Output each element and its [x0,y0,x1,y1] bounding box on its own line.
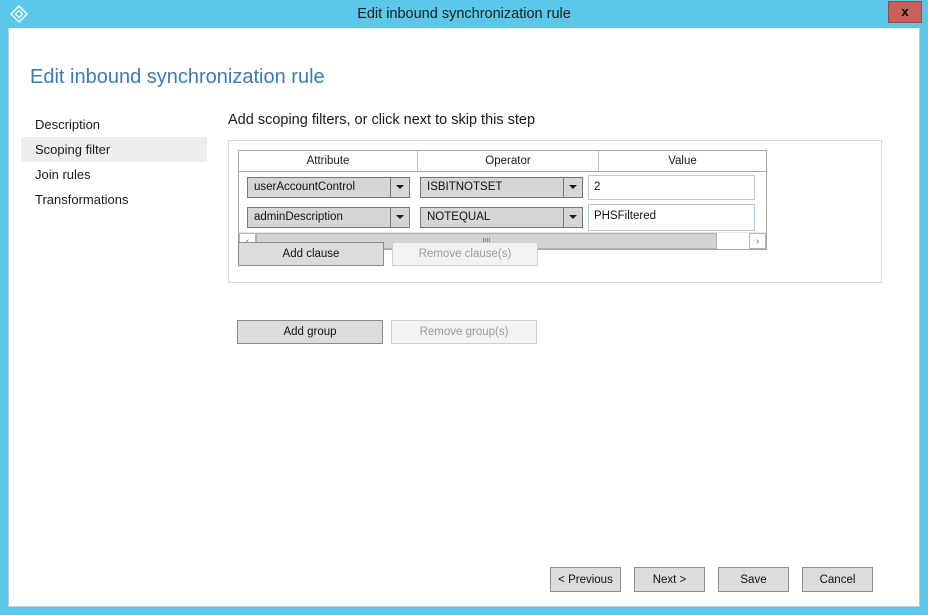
remove-clause-button: Remove clause(s) [392,242,538,266]
clause-grid: Attribute Operator Value userAccountCont… [238,150,767,250]
attribute-dropdown-row-1[interactable]: userAccountControl [247,176,410,198]
column-header-operator[interactable]: Operator [418,151,599,171]
operator-dropdown-row-2[interactable]: NOTEQUAL [420,206,583,228]
window-title: Edit inbound synchronization rule [357,6,571,22]
add-clause-button[interactable]: Add clause [238,242,384,266]
scroll-right-arrow-icon[interactable]: › [749,233,766,249]
table-row: adminDescription NOTEQUAL PHSFiltered [239,202,766,232]
dialog-footer: < Previous Next > Save Cancel [9,567,921,592]
grid-header-row: Attribute Operator Value [239,151,766,172]
chevron-down-icon [563,177,582,197]
operator-dropdown-value-row-2: NOTEQUAL [427,210,491,223]
column-header-value[interactable]: Value [599,151,766,171]
next-button[interactable]: Next > [634,567,705,592]
cancel-button[interactable]: Cancel [802,567,873,592]
scoping-filter-panel: Attribute Operator Value userAccountCont… [228,140,882,283]
sidebar-item-transformations[interactable]: Transformations [21,187,207,212]
add-group-button[interactable]: Add group [237,320,383,344]
table-row: userAccountControl ISBITNOTSET 2 [239,172,766,202]
value-input-row-1[interactable]: 2 [588,174,755,200]
title-bar: Edit inbound synchronization rule x [0,0,928,28]
sidebar-item-description[interactable]: Description [21,112,207,137]
operator-dropdown-value-row-1: ISBITNOTSET [427,180,503,193]
chevron-down-icon [390,207,409,227]
save-button[interactable]: Save [718,567,789,592]
sidebar-item-join-rules[interactable]: Join rules [21,162,207,187]
close-icon[interactable]: x [888,1,922,23]
content-heading: Add scoping filters, or click next to sk… [228,112,536,128]
page-title: Edit inbound synchronization rule [30,66,325,88]
remove-group-button: Remove group(s) [391,320,537,344]
operator-dropdown-row-1[interactable]: ISBITNOTSET [420,176,583,198]
sidebar-item-scoping-filter[interactable]: Scoping filter [21,137,207,162]
dialog-client-area: Edit inbound synchronization rule Descri… [8,28,920,607]
column-header-attribute[interactable]: Attribute [239,151,418,171]
attribute-dropdown-value-row-2: adminDescription [254,210,343,223]
previous-button[interactable]: < Previous [550,567,621,592]
attribute-dropdown-value-row-1: userAccountControl [254,180,355,193]
chevron-down-icon [390,177,409,197]
dialog-window: Edit inbound synchronization rule x Edit… [0,0,928,615]
attribute-dropdown-row-2[interactable]: adminDescription [247,206,410,228]
value-input-row-2[interactable]: PHSFiltered [588,203,755,231]
sidebar-nav: Description Scoping filter Join rules Tr… [21,112,207,212]
chevron-down-icon [563,207,582,227]
